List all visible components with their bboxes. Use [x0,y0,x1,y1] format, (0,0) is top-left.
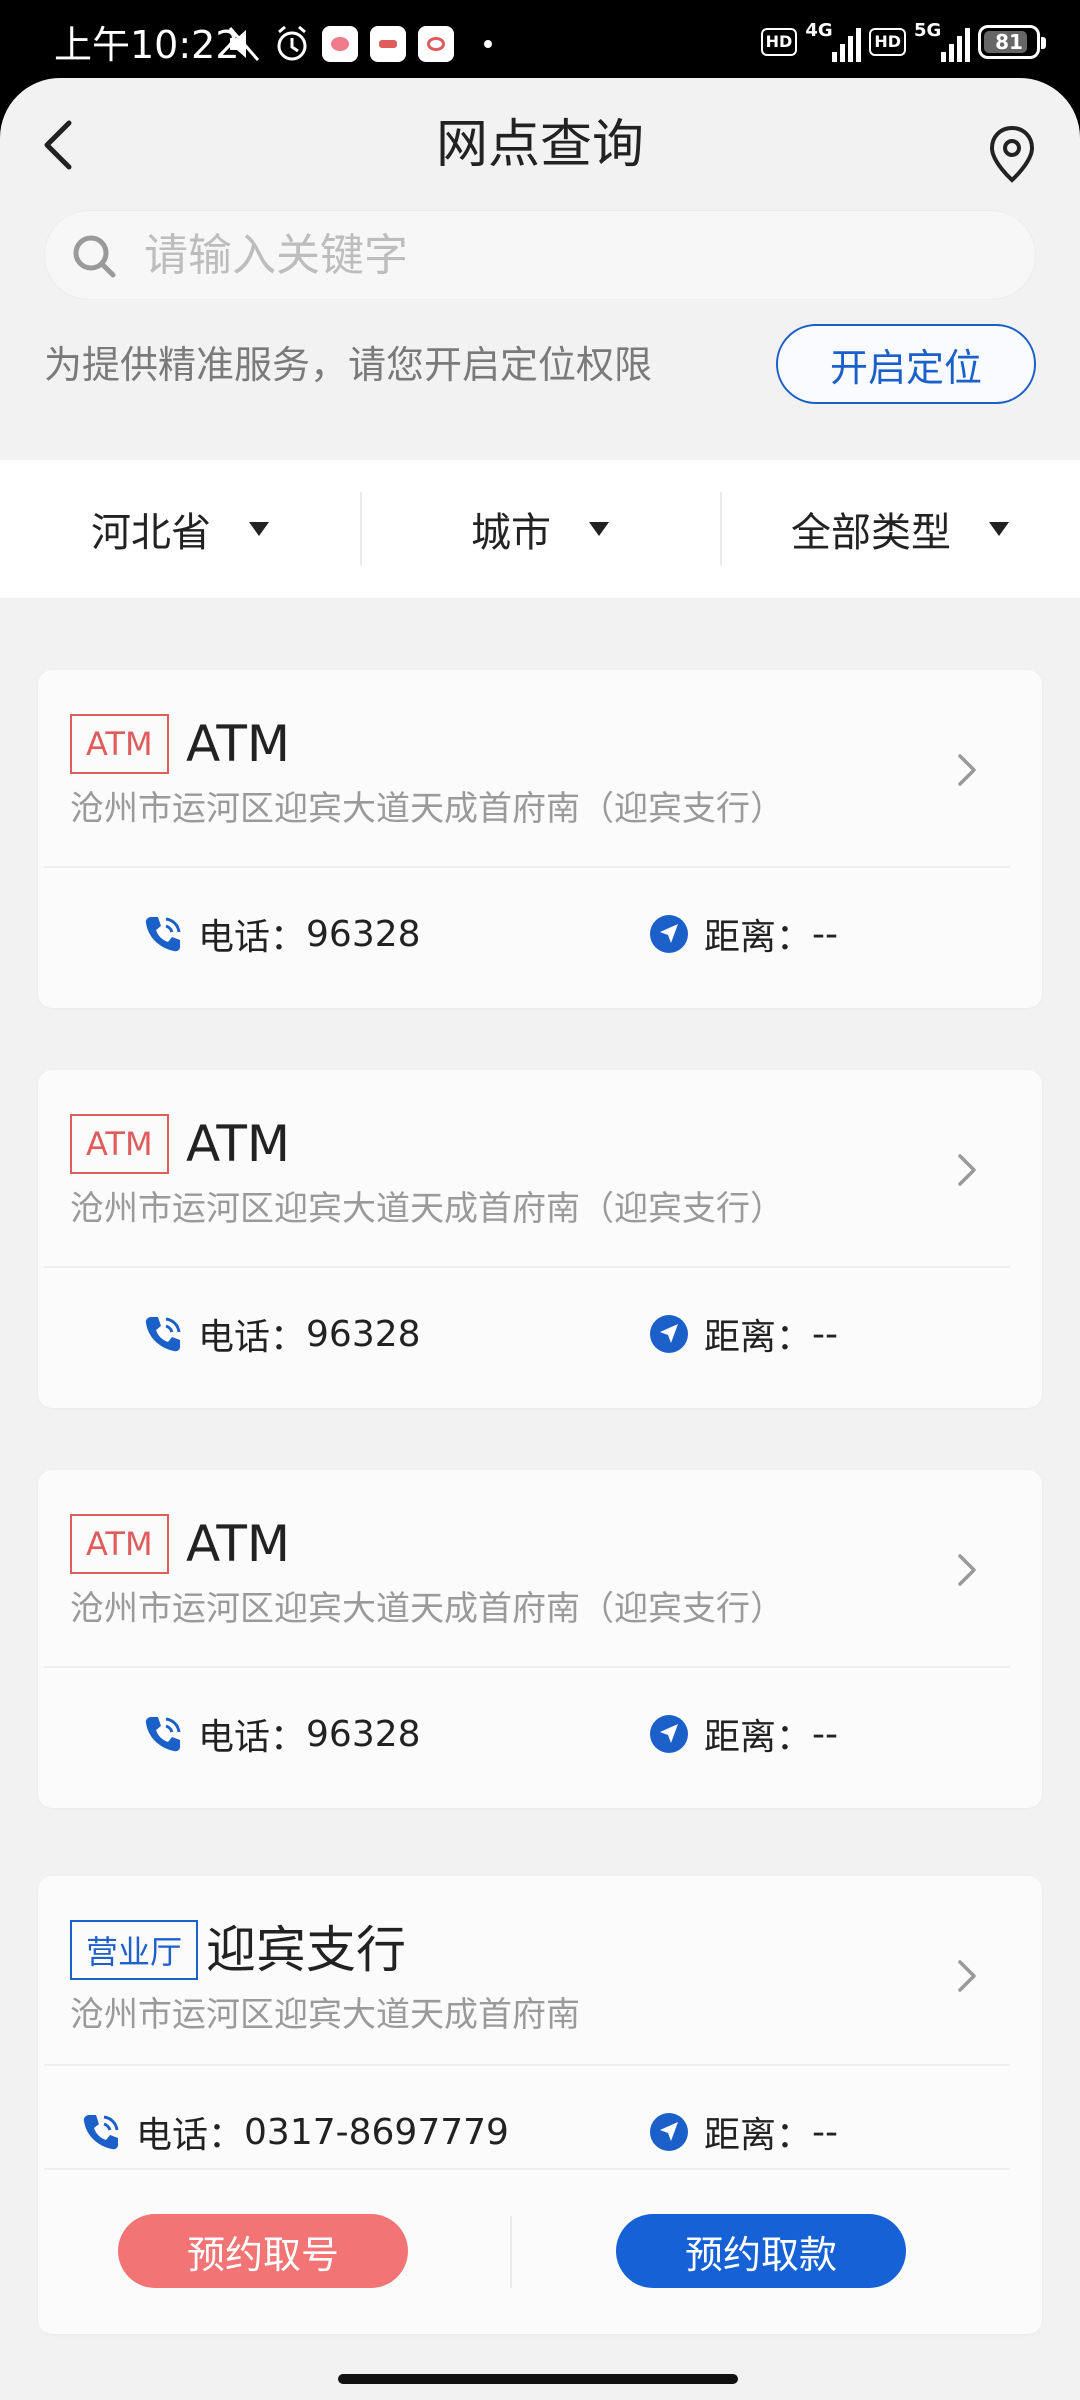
outlet-type-tag: 营业厅 [70,1920,199,1980]
outlet-address: 沧州市运河区迎宾大道天成首府南（迎宾支行） [70,1589,784,1629]
distance-label: 距离： [704,1717,813,1758]
outlet-name: ATM [186,1515,291,1573]
app-notification-icon-1 [322,26,358,62]
distance-value: -- [812,2111,838,2153]
book-withdrawal-button[interactable]: 预约取款 [616,2214,906,2288]
outlet-phone[interactable]: 电话： 0317-8697779 [80,2106,509,2158]
outlet-card[interactable]: ATM ATM 沧州市运河区迎宾大道天成首府南（迎宾支行） 电话： 96328 … [38,670,1042,1008]
outlet-name: ATM [186,1115,291,1173]
filter-bar: 河北省 城市 全部类型 [0,460,1080,598]
phone-label: 电话： [198,1317,307,1358]
outlet-phone[interactable]: 电话： 96328 [142,1308,421,1360]
alarm-icon [277,25,307,61]
signal-icon-sim1: 4G [805,20,862,62]
status-notification-icons [226,24,492,64]
app-notification-icon-2 [370,26,406,62]
search-icon [73,235,116,278]
phone-number: 96328 [306,913,421,955]
navigation-arrow-icon [650,915,688,953]
outlet-address: 沧州市运河区迎宾大道天成首府南 [70,1995,580,2035]
phone-icon [83,2115,119,2150]
outlet-card[interactable]: ATM ATM 沧州市运河区迎宾大道天成首府南（迎宾支行） 电话： 96328 … [38,1070,1042,1408]
outlet-type-tag: ATM [70,1114,169,1174]
more-notifications-dot [484,40,492,48]
outlet-distance: 距离： -- [648,2106,838,2158]
card-divider [44,2168,1010,2170]
outlet-distance: 距离： -- [648,1308,838,1360]
outlet-address: 沧州市运河区迎宾大道天成首府南（迎宾支行） [70,789,784,829]
outlet-type-tag: ATM [70,1514,169,1574]
nav-bar: 网点查询 [0,78,1080,208]
filter-type[interactable]: 全部类型 [720,460,1080,598]
location-pin-icon [989,125,1035,183]
filter-province[interactable]: 河北省 [0,460,360,598]
outlet-distance: 距离： -- [648,1708,838,1760]
outlet-card[interactable]: ATM ATM 沧州市运河区迎宾大道天成首府南（迎宾支行） 电话： 96328 … [38,1470,1042,1808]
outlet-name: 迎宾支行 [206,1921,406,1979]
search-bar[interactable] [44,210,1036,300]
distance-label: 距离： [704,2115,813,2156]
status-time: 上午10:22 [54,23,240,67]
battery-icon: 81 [978,25,1046,59]
battery-level: 81 [995,30,1023,54]
phone-label: 电话： [198,917,307,958]
navigation-arrow-icon [650,1315,688,1353]
card-divider [44,2064,1010,2066]
hd-badge: HD [760,28,798,56]
phone-icon [145,1317,181,1352]
page-title: 网点查询 [435,115,644,175]
book-queue-number-button[interactable]: 预约取号 [118,2214,408,2288]
distance-value: -- [812,913,838,955]
chevron-right-icon [958,754,976,786]
signal-icon-sim2: 5G [914,20,970,62]
phone-label: 电话： [136,2115,245,2156]
distance-value: -- [812,1713,838,1755]
card-divider [44,1666,1010,1668]
app-notification-icon-3 [418,26,454,62]
status-bar: 上午10:22 HD 4G HD 5G 81 [0,0,1080,82]
search-input[interactable] [144,210,1004,300]
caret-down-icon [249,522,269,536]
outlet-card[interactable]: 营业厅 迎宾支行 沧州市运河区迎宾大道天成首府南 电话： 0317-869777… [38,1876,1042,2334]
filter-city-label: 城市 [471,510,551,556]
phone-icon [145,917,181,952]
chevron-right-icon [958,1554,976,1586]
location-permission-tip: 为提供精准服务，请您开启定位权限 [44,343,653,387]
map-location-button[interactable] [984,122,1040,186]
outlet-address: 沧州市运河区迎宾大道天成首府南（迎宾支行） [70,1189,784,1229]
distance-label: 距离： [704,917,813,958]
mute-icon [228,27,260,61]
phone-number: 96328 [306,1313,421,1355]
button-separator [510,2216,512,2288]
hd-badge-2: HD [869,28,906,56]
phone-label: 电话： [198,1717,307,1758]
distance-label: 距离： [704,1317,813,1358]
caret-down-icon [589,522,609,536]
outlet-query-screen: 网点查询 为提供精准服务，请您开启定位权限 开启定位 河北省 城市 全部类型 [0,78,1080,2400]
outlet-phone[interactable]: 电话： 96328 [142,1708,421,1760]
caret-down-icon [989,522,1009,536]
chevron-right-icon [958,1154,976,1186]
phone-number: 0317-8697779 [244,2111,509,2153]
filter-province-label: 河北省 [91,510,211,556]
outlet-phone[interactable]: 电话： 96328 [142,908,421,960]
navigation-arrow-icon [650,2113,688,2151]
enable-location-button[interactable]: 开启定位 [776,324,1036,404]
card-divider [44,866,1010,868]
navigation-arrow-icon [650,1715,688,1753]
filter-type-label: 全部类型 [791,510,951,556]
distance-value: -- [812,1313,838,1355]
status-right-icons: HD 4G HD 5G 81 [760,20,1046,62]
outlet-type-tag: ATM [70,714,169,774]
phone-number: 96328 [306,1713,421,1755]
home-indicator[interactable] [338,2374,738,2384]
card-divider [44,1266,1010,1268]
outlet-distance: 距离： -- [648,908,838,960]
phone-icon [145,1717,181,1752]
outlet-name: ATM [186,715,291,773]
chevron-right-icon [958,1960,976,1992]
filter-city[interactable]: 城市 [360,460,720,598]
